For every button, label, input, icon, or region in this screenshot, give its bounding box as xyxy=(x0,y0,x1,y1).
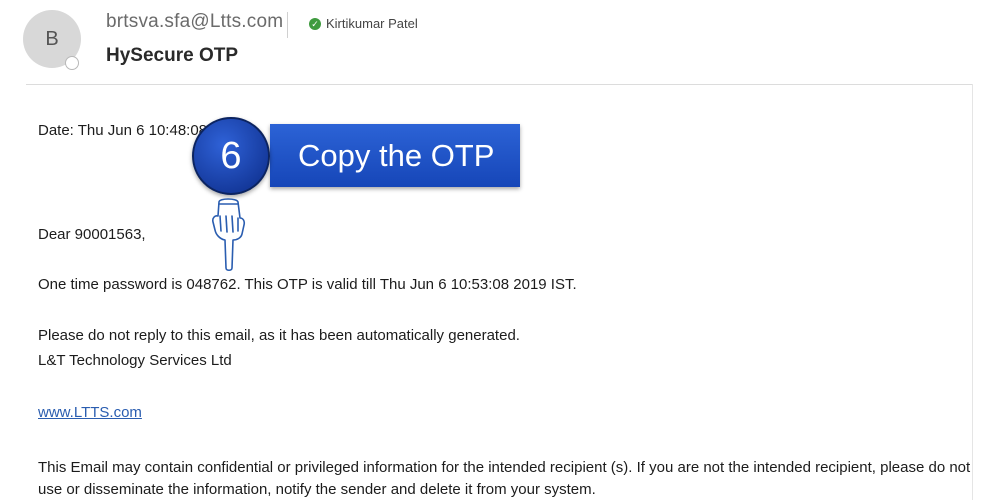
reading-pane-border xyxy=(972,84,973,500)
instruction-text: Copy the OTP xyxy=(298,137,495,173)
email-subject: HySecure OTP xyxy=(106,45,238,66)
header-separator xyxy=(26,84,973,85)
instruction-callout: Copy the OTP xyxy=(270,124,520,187)
website-link[interactable]: www.LTTS.com xyxy=(38,404,142,421)
company-name: L&T Technology Services Ltd xyxy=(38,352,232,369)
header-divider xyxy=(287,12,288,38)
step-number-badge: 6 xyxy=(192,117,270,195)
sender-email[interactable]: brtsva.sfa@Ltts.com xyxy=(106,11,283,33)
recipient-name: Kirtikumar Patel xyxy=(326,16,418,31)
check-circle-icon: ✓ xyxy=(309,17,321,30)
email-view: B brtsva.sfa@Ltts.com ✓ Kirtikumar Patel… xyxy=(0,0,987,500)
otp-line: One time password is 048762. This OTP is… xyxy=(38,276,577,293)
recipient[interactable]: ✓ Kirtikumar Patel xyxy=(309,16,418,31)
pointing-hand-icon xyxy=(212,198,246,272)
avatar-initial: B xyxy=(45,27,59,50)
email-greeting: Dear 90001563, xyxy=(38,226,146,243)
presence-status-icon xyxy=(65,56,79,70)
email-disclaimer: This Email may contain confidential or p… xyxy=(38,459,971,498)
no-reply-notice: Please do not reply to this email, as it… xyxy=(38,327,520,344)
step-number: 6 xyxy=(220,134,242,177)
